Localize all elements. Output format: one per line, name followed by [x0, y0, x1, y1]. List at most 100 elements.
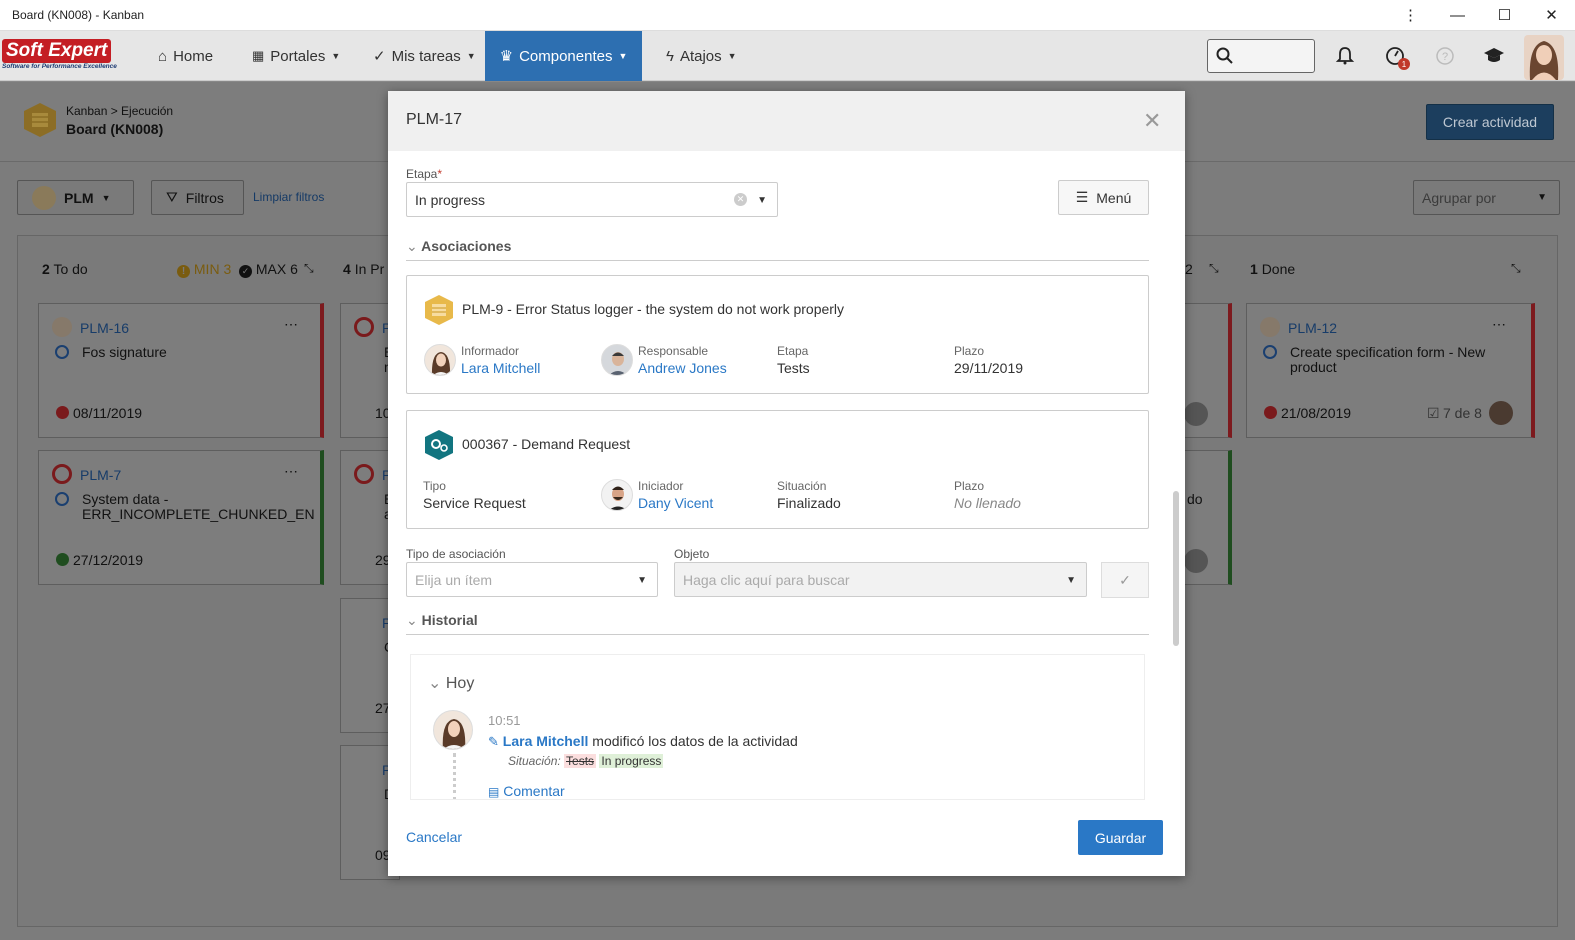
- status-dot-icon: [55, 345, 69, 359]
- type-label: Tipo: [423, 479, 446, 493]
- more-options-icon[interactable]: ⋮: [1387, 0, 1434, 31]
- user-avatar[interactable]: [1524, 35, 1564, 80]
- todo-count: 2: [42, 261, 50, 277]
- nav-portales[interactable]: ▦ Portales ▼: [246, 31, 346, 81]
- maximize-icon[interactable]: ☐: [1481, 0, 1528, 31]
- bell-icon[interactable]: [1332, 43, 1358, 69]
- required-mark: *: [437, 167, 443, 181]
- card-id[interactable]: PLM-7: [80, 467, 121, 483]
- hamburger-icon: ☰: [1075, 189, 1089, 205]
- kanban-card-plm16[interactable]: PLM-16 ⋯ Fos signature 08/11/2019: [38, 303, 324, 438]
- history-old-value: Tests: [564, 754, 597, 768]
- done-name: Done: [1261, 261, 1296, 277]
- responsible-link[interactable]: Andrew Jones: [638, 360, 727, 376]
- task-icon: [52, 317, 72, 337]
- association-card-demand: 000367 - Demand Request Tipo Service Req…: [406, 410, 1149, 529]
- window-title: Board (KN008) - Kanban: [12, 8, 145, 22]
- check-circle-icon: ✓: [239, 265, 252, 278]
- history-section-header[interactable]: ⌄ Historial: [406, 612, 1149, 635]
- nav-mis-tareas-label: Mis tareas: [391, 47, 461, 65]
- responsible-avatar: [601, 344, 633, 376]
- modal-scrollbar[interactable]: [1173, 491, 1179, 646]
- column-hidden-count: 2: [1185, 261, 1193, 277]
- page-title: Board (KN008): [66, 121, 164, 137]
- done-count: 1: [1250, 261, 1258, 277]
- column-header-todo: 2 To do: [42, 261, 88, 277]
- object-search-select[interactable]: Haga clic aquí para buscar ▼: [674, 562, 1087, 597]
- informer-link[interactable]: Lara Mitchell: [461, 360, 540, 376]
- assignee-avatar: [1184, 402, 1208, 426]
- activity-icon[interactable]: 1: [1382, 43, 1410, 70]
- assignee-avatar: [1184, 549, 1208, 573]
- assoc-type-placeholder: Elija un ítem: [415, 571, 493, 588]
- save-button[interactable]: Guardar: [1078, 820, 1163, 855]
- nav-atajos[interactable]: ϟ Atajos ▼: [660, 31, 743, 81]
- collapse-icon[interactable]: ⤡: [304, 261, 314, 276]
- more-icon[interactable]: ⋯: [1492, 316, 1506, 333]
- history-change: Situación: Tests In progress: [508, 754, 664, 768]
- chevron-down-icon: ⌄: [406, 612, 418, 628]
- stage-select[interactable]: In progress ✕ ▼: [406, 182, 778, 217]
- status-dot-icon: [1263, 345, 1277, 359]
- collapse-icon[interactable]: ⤡: [1511, 261, 1521, 276]
- todo-name: To do: [53, 261, 88, 277]
- checklist-progress: 7 de 8: [1443, 405, 1482, 421]
- more-icon[interactable]: ⋯: [284, 463, 298, 480]
- blocked-icon: [354, 464, 374, 484]
- association-title[interactable]: 000367 - Demand Request: [462, 436, 630, 452]
- create-activity-button[interactable]: Crear actividad: [1426, 104, 1554, 140]
- close-icon[interactable]: ✕: [1143, 108, 1161, 134]
- nav-componentes[interactable]: ♛ Componentes ▼: [485, 31, 642, 81]
- column-min: ! MIN 3: [177, 261, 231, 278]
- trophy-icon: ♛: [499, 48, 514, 65]
- card-id[interactable]: PLM-12: [1288, 320, 1337, 336]
- association-title[interactable]: PLM-9 - Error Status logger - the system…: [462, 301, 844, 317]
- stage-value: In progress: [415, 191, 486, 208]
- cancel-button[interactable]: Cancelar: [406, 829, 462, 845]
- more-icon[interactable]: ⋯: [284, 316, 298, 333]
- kanban-card-plm7[interactable]: PLM-7 ⋯ System data - ERR_INCOMPLETE_CHU…: [38, 450, 324, 585]
- help-icon[interactable]: ?: [1432, 43, 1458, 69]
- history-time: 10:51: [488, 713, 521, 728]
- edit-icon: ✎: [488, 734, 499, 749]
- chevron-down-icon: ▼: [757, 195, 767, 206]
- kanban-card-plm12[interactable]: PLM-12 ⋯ Create specification form - New…: [1246, 303, 1535, 438]
- column-header-inprogress: 4 In Pr: [343, 261, 384, 277]
- arrow-down-icon: [56, 406, 69, 419]
- checklist-icon: ☑: [1427, 405, 1440, 421]
- assoc-deadline-value: No llenado: [954, 495, 1021, 511]
- chevron-down-icon: ▼: [331, 51, 341, 61]
- history-user-link[interactable]: Lara Mitchell: [503, 733, 589, 749]
- grid-icon: ▦: [252, 48, 265, 63]
- softexpert-logo[interactable]: Soft Expert Software for Performance Exc…: [2, 39, 130, 75]
- associations-section-header[interactable]: ⌄ Asociaciones: [406, 238, 1149, 261]
- assoc-type-select[interactable]: Elija un ítem ▼: [406, 562, 658, 597]
- column-header-done: 1 Done: [1250, 261, 1295, 277]
- nav-mis-tareas[interactable]: ✓ Mis tareas ▼: [367, 31, 482, 81]
- search-input[interactable]: [1207, 39, 1315, 73]
- confirm-association-button[interactable]: ✓: [1101, 562, 1149, 598]
- menu-label: Menú: [1096, 189, 1132, 206]
- history-day-header[interactable]: ⌄ Hoy: [428, 673, 474, 693]
- plm-filter-dropdown[interactable]: PLM ▼: [17, 180, 134, 215]
- minimize-icon[interactable]: —: [1434, 0, 1481, 31]
- menu-button[interactable]: ☰ Menú: [1058, 180, 1149, 215]
- close-window-icon[interactable]: ✕: [1528, 0, 1575, 31]
- collapse-icon[interactable]: ⤡: [1209, 261, 1219, 276]
- card-id[interactable]: PLM-16: [80, 320, 129, 336]
- graduation-cap-icon[interactable]: [1481, 43, 1507, 69]
- group-by-select[interactable]: Agrupar por ▼: [1413, 180, 1560, 215]
- filters-button[interactable]: ⛛ Filtros: [151, 180, 244, 215]
- logo-tagline: Software for Performance Excellence: [2, 63, 117, 70]
- initiator-link[interactable]: Dany Vicent: [638, 495, 713, 511]
- clear-icon[interactable]: ✕: [734, 193, 747, 206]
- comment-link[interactable]: ▤ Comentar: [488, 783, 565, 799]
- nav-home[interactable]: ⌂ Home: [152, 31, 219, 81]
- card-title: Fos signature: [82, 344, 167, 360]
- history-title: Historial: [421, 612, 478, 628]
- history-panel: ⌄ Hoy 10:51 ✎ Lara Mitchell modificó los…: [410, 654, 1145, 800]
- clear-filters-link[interactable]: Limpiar filtros: [253, 190, 324, 204]
- nav-componentes-label: Componentes: [519, 47, 613, 65]
- kanban-task-icon: [425, 295, 453, 325]
- arrow-down-icon: [1264, 406, 1277, 419]
